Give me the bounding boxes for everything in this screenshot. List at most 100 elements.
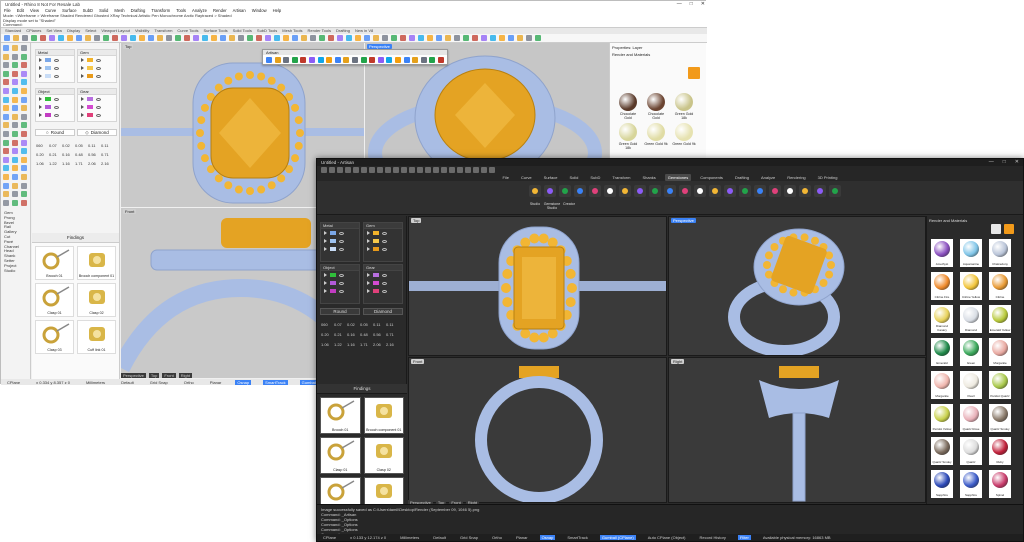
color-swatch[interactable] <box>330 289 336 293</box>
color-swatch[interactable] <box>373 273 379 277</box>
play-icon[interactable] <box>324 247 327 251</box>
gemstone-material[interactable]: Morganite <box>989 338 1011 366</box>
size-value[interactable]: 0.56 <box>88 152 101 157</box>
size-value[interactable]: 1.22 <box>334 342 347 347</box>
status-item[interactable]: Available physical memory: 16863 MB <box>761 535 833 540</box>
size-value[interactable]: 0.20 <box>36 152 49 157</box>
tool-icon[interactable] <box>517 35 523 41</box>
size-value[interactable]: 0.56 <box>373 332 386 337</box>
size-value[interactable]: 1.71 <box>360 342 373 347</box>
tool-icon[interactable] <box>40 35 46 41</box>
tool-icon[interactable] <box>21 45 27 51</box>
tool-icon[interactable] <box>13 35 19 41</box>
eye-icon[interactable] <box>382 281 387 285</box>
status-item[interactable]: CPlane <box>321 535 338 540</box>
material-thumbnail[interactable] <box>619 93 637 111</box>
tool-icon[interactable] <box>94 35 100 41</box>
gemstone-material[interactable]: Quartz Smoky <box>931 437 953 465</box>
play-icon[interactable] <box>39 105 42 109</box>
tool-icon[interactable] <box>112 35 118 41</box>
tool-icon[interactable] <box>12 96 18 103</box>
size-value[interactable]: 0.05 <box>360 322 373 327</box>
color-swatch[interactable] <box>45 105 51 109</box>
quick-tool-icon[interactable] <box>481 167 487 173</box>
status-item[interactable]: Gumball (CPlane) <box>599 535 636 540</box>
tool-icon[interactable] <box>21 70 27 77</box>
tool-icon[interactable] <box>12 165 18 172</box>
gemstone-material[interactable]: Green <box>960 338 982 366</box>
color-swatch[interactable] <box>330 273 336 277</box>
tool-icon[interactable] <box>31 35 37 41</box>
finding-item[interactable]: Brooch 01 <box>35 246 74 280</box>
ribbon-tab[interactable]: Transform <box>609 174 633 181</box>
tool-icon[interactable] <box>346 35 352 41</box>
tool-icon[interactable] <box>21 105 27 112</box>
tool-icon[interactable] <box>21 148 27 155</box>
material-row[interactable] <box>36 103 74 111</box>
tool-icon[interactable] <box>3 45 9 51</box>
tool-icon[interactable] <box>3 96 9 103</box>
finding-item[interactable]: Clasp 03 <box>35 320 74 354</box>
status-item[interactable]: Planar <box>514 535 530 540</box>
gemstone-material[interactable]: Chalcedony <box>989 239 1011 267</box>
eye-icon[interactable] <box>54 97 59 101</box>
tool-icon[interactable] <box>12 191 18 198</box>
tool-icon[interactable] <box>12 131 18 137</box>
material-thumbnail[interactable] <box>647 93 665 111</box>
color-swatch[interactable] <box>87 74 93 78</box>
tool-icon[interactable] <box>103 35 109 41</box>
ribbon-tab[interactable]: Gemstones <box>664 174 692 181</box>
quick-tool-icon[interactable] <box>425 167 431 173</box>
tool-icon[interactable] <box>12 182 18 189</box>
tool-icon[interactable] <box>76 35 82 41</box>
tool-icon[interactable] <box>21 174 27 180</box>
artisan-tool-icon[interactable] <box>283 57 290 63</box>
eye-icon[interactable] <box>96 74 101 78</box>
tool-icon[interactable] <box>22 35 28 41</box>
ribbon-tab[interactable]: 3D Printing <box>815 174 841 181</box>
color-swatch[interactable] <box>330 239 336 243</box>
minimize-icon[interactable]: — <box>989 159 994 165</box>
eye-icon[interactable] <box>96 113 101 117</box>
material-row[interactable] <box>321 229 359 237</box>
material-row[interactable] <box>36 64 74 72</box>
material-row[interactable] <box>36 95 74 103</box>
eye-icon[interactable] <box>96 105 101 109</box>
viewport-top[interactable]: Top <box>408 216 667 356</box>
status-item[interactable]: Grid Snap <box>148 380 170 385</box>
material-row[interactable] <box>78 64 116 72</box>
eye-icon[interactable] <box>339 247 344 251</box>
viewport-label[interactable]: Front <box>411 359 425 364</box>
tool-icon[interactable] <box>12 122 18 129</box>
tool-icon[interactable] <box>436 35 442 41</box>
tool-icon[interactable] <box>535 35 541 41</box>
tool-icon[interactable] <box>12 53 18 60</box>
material-thumbnail[interactable] <box>675 93 693 111</box>
ribbon-tab[interactable]: Rendering <box>784 174 808 181</box>
tool-icon[interactable] <box>3 156 9 163</box>
quick-tool-icon[interactable] <box>329 167 335 173</box>
size-value[interactable]: 0.07 <box>334 322 347 327</box>
tool-icon[interactable] <box>121 35 127 41</box>
tool-icon[interactable] <box>3 62 9 69</box>
tool-icon[interactable] <box>139 35 145 41</box>
tool-icon[interactable] <box>472 35 478 41</box>
gemstone-material[interactable]: Spinel <box>989 470 1011 498</box>
gemstone-material[interactable]: Quartz Rose <box>960 404 982 432</box>
tool-icon[interactable] <box>21 131 27 137</box>
tool-icon[interactable] <box>265 35 271 41</box>
tool-icon[interactable] <box>454 35 460 41</box>
material-row[interactable] <box>78 72 116 80</box>
finding-item[interactable]: Clasp 02 <box>77 283 116 317</box>
color-swatch[interactable] <box>45 58 51 62</box>
gemstone-material[interactable]: Citrine <box>989 272 1011 300</box>
size-value[interactable]: 2.06 <box>373 342 386 347</box>
tool-icon[interactable] <box>3 53 9 60</box>
play-icon[interactable] <box>367 247 370 251</box>
size-value[interactable]: 0.48 <box>360 332 373 337</box>
artisan-tool-icon[interactable] <box>369 57 376 63</box>
finding-item[interactable]: Cuff link 01 <box>77 320 116 354</box>
size-value[interactable]: 0.05 <box>75 143 88 148</box>
play-icon[interactable] <box>81 74 84 78</box>
gemstone-material[interactable]: Quartz Smoky <box>989 404 1011 432</box>
